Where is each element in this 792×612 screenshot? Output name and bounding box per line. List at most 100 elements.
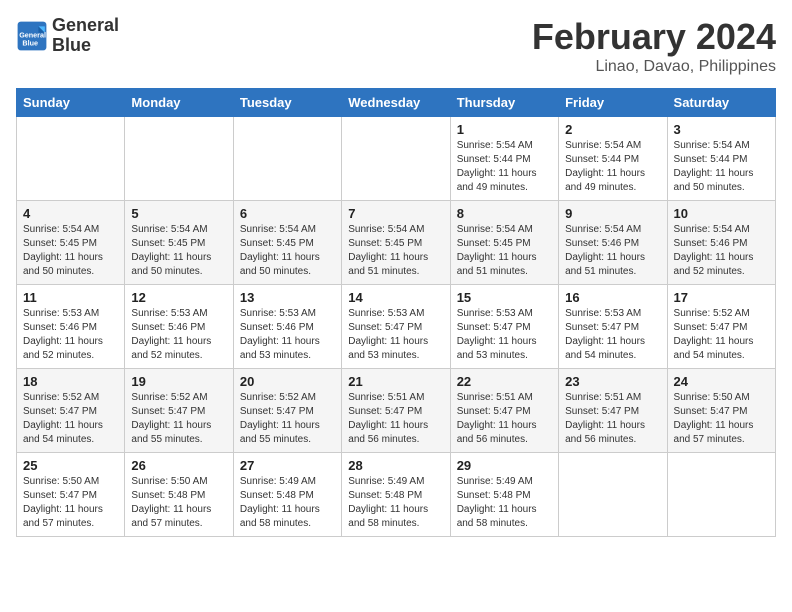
day-detail: Sunrise: 5:54 AMSunset: 5:45 PMDaylight:… xyxy=(131,223,226,279)
day-number: 2 xyxy=(565,122,660,137)
header-friday: Friday xyxy=(559,89,667,117)
calendar-cell xyxy=(342,117,450,201)
day-detail: Sunrise: 5:49 AMSunset: 5:48 PMDaylight:… xyxy=(240,475,335,531)
day-number: 24 xyxy=(674,374,769,389)
calendar-week-5: 25 Sunrise: 5:50 AMSunset: 5:47 PMDayligh… xyxy=(17,453,776,537)
day-detail: Sunrise: 5:54 AMSunset: 5:46 PMDaylight:… xyxy=(565,223,660,279)
day-number: 5 xyxy=(131,206,226,221)
day-number: 29 xyxy=(457,458,552,473)
calendar-cell: 20 Sunrise: 5:52 AMSunset: 5:47 PMDayligh… xyxy=(233,369,341,453)
day-detail: Sunrise: 5:53 AMSunset: 5:47 PMDaylight:… xyxy=(348,307,443,363)
day-detail: Sunrise: 5:52 AMSunset: 5:47 PMDaylight:… xyxy=(23,391,118,447)
day-detail: Sunrise: 5:52 AMSunset: 5:47 PMDaylight:… xyxy=(674,307,769,363)
day-detail: Sunrise: 5:50 AMSunset: 5:48 PMDaylight:… xyxy=(131,475,226,531)
day-number: 12 xyxy=(131,290,226,305)
logo: General Blue General Blue xyxy=(16,16,119,56)
day-detail: Sunrise: 5:54 AMSunset: 5:44 PMDaylight:… xyxy=(457,139,552,195)
calendar-cell: 13 Sunrise: 5:53 AMSunset: 5:46 PMDayligh… xyxy=(233,285,341,369)
calendar-cell xyxy=(17,117,125,201)
day-detail: Sunrise: 5:51 AMSunset: 5:47 PMDaylight:… xyxy=(348,391,443,447)
calendar-cell: 22 Sunrise: 5:51 AMSunset: 5:47 PMDayligh… xyxy=(450,369,558,453)
calendar-cell: 17 Sunrise: 5:52 AMSunset: 5:47 PMDayligh… xyxy=(667,285,775,369)
day-detail: Sunrise: 5:51 AMSunset: 5:47 PMDaylight:… xyxy=(457,391,552,447)
calendar-cell: 8Sunrise: 5:54 AMSunset: 5:45 PMDaylight… xyxy=(450,201,558,285)
day-number: 18 xyxy=(23,374,118,389)
day-detail: Sunrise: 5:52 AMSunset: 5:47 PMDaylight:… xyxy=(131,391,226,447)
day-detail: Sunrise: 5:53 AMSunset: 5:46 PMDaylight:… xyxy=(23,307,118,363)
day-number: 13 xyxy=(240,290,335,305)
day-number: 20 xyxy=(240,374,335,389)
day-number: 10 xyxy=(674,206,769,221)
calendar-cell: 18 Sunrise: 5:52 AMSunset: 5:47 PMDayligh… xyxy=(17,369,125,453)
day-number: 23 xyxy=(565,374,660,389)
day-number: 9 xyxy=(565,206,660,221)
day-number: 3 xyxy=(674,122,769,137)
day-detail: Sunrise: 5:54 AMSunset: 5:45 PMDaylight:… xyxy=(457,223,552,279)
calendar-cell: 11 Sunrise: 5:53 AMSunset: 5:46 PMDayligh… xyxy=(17,285,125,369)
day-detail: Sunrise: 5:53 AMSunset: 5:46 PMDaylight:… xyxy=(240,307,335,363)
day-detail: Sunrise: 5:54 AMSunset: 5:45 PMDaylight:… xyxy=(23,223,118,279)
calendar-cell: 1 Sunrise: 5:54 AMSunset: 5:44 PMDaylight… xyxy=(450,117,558,201)
title-block: February 2024 Linao, Davao, Philippines xyxy=(532,16,776,76)
day-detail: Sunrise: 5:54 AMSunset: 5:46 PMDaylight:… xyxy=(674,223,769,279)
calendar-week-2: 4 Sunrise: 5:54 AMSunset: 5:45 PMDaylight… xyxy=(17,201,776,285)
day-number: 6 xyxy=(240,206,335,221)
calendar-cell: 21Sunrise: 5:51 AMSunset: 5:47 PMDayligh… xyxy=(342,369,450,453)
day-number: 17 xyxy=(674,290,769,305)
header-monday: Monday xyxy=(125,89,233,117)
header-tuesday: Tuesday xyxy=(233,89,341,117)
calendar-cell xyxy=(667,453,775,537)
calendar-cell: 28Sunrise: 5:49 AMSunset: 5:48 PMDayligh… xyxy=(342,453,450,537)
calendar-cell: 14 Sunrise: 5:53 AMSunset: 5:47 PMDayligh… xyxy=(342,285,450,369)
day-number: 11 xyxy=(23,290,118,305)
calendar-cell: 7 Sunrise: 5:54 AMSunset: 5:45 PMDaylight… xyxy=(342,201,450,285)
calendar-week-1: 1 Sunrise: 5:54 AMSunset: 5:44 PMDaylight… xyxy=(17,117,776,201)
main-title: February 2024 xyxy=(532,16,776,58)
calendar-cell: 9 Sunrise: 5:54 AMSunset: 5:46 PMDaylight… xyxy=(559,201,667,285)
calendar-cell: 5 Sunrise: 5:54 AMSunset: 5:45 PMDaylight… xyxy=(125,201,233,285)
header-thursday: Thursday xyxy=(450,89,558,117)
calendar-cell: 15Sunrise: 5:53 AMSunset: 5:47 PMDayligh… xyxy=(450,285,558,369)
day-number: 22 xyxy=(457,374,552,389)
calendar-cell: 25 Sunrise: 5:50 AMSunset: 5:47 PMDayligh… xyxy=(17,453,125,537)
header-sunday: Sunday xyxy=(17,89,125,117)
calendar-cell: 3Sunrise: 5:54 AMSunset: 5:44 PMDaylight… xyxy=(667,117,775,201)
calendar-cell xyxy=(233,117,341,201)
day-number: 14 xyxy=(348,290,443,305)
calendar-week-3: 11 Sunrise: 5:53 AMSunset: 5:46 PMDayligh… xyxy=(17,285,776,369)
header-saturday: Saturday xyxy=(667,89,775,117)
day-detail: Sunrise: 5:54 AMSunset: 5:45 PMDaylight:… xyxy=(348,223,443,279)
day-detail: Sunrise: 5:52 AMSunset: 5:47 PMDaylight:… xyxy=(240,391,335,447)
logo-icon: General Blue xyxy=(16,20,48,52)
day-detail: Sunrise: 5:53 AMSunset: 5:47 PMDaylight:… xyxy=(565,307,660,363)
calendar-header-row: SundayMondayTuesdayWednesdayThursdayFrid… xyxy=(17,89,776,117)
day-detail: Sunrise: 5:53 AMSunset: 5:47 PMDaylight:… xyxy=(457,307,552,363)
calendar-cell: 12 Sunrise: 5:53 AMSunset: 5:46 PMDayligh… xyxy=(125,285,233,369)
day-number: 27 xyxy=(240,458,335,473)
logo-text: General Blue xyxy=(52,16,119,56)
calendar-cell xyxy=(559,453,667,537)
calendar-cell: 29 Sunrise: 5:49 AMSunset: 5:48 PMDayligh… xyxy=(450,453,558,537)
day-number: 19 xyxy=(131,374,226,389)
header-wednesday: Wednesday xyxy=(342,89,450,117)
day-detail: Sunrise: 5:54 AMSunset: 5:45 PMDaylight:… xyxy=(240,223,335,279)
day-detail: Sunrise: 5:50 AMSunset: 5:47 PMDaylight:… xyxy=(23,475,118,531)
day-number: 4 xyxy=(23,206,118,221)
calendar-cell: 26Sunrise: 5:50 AMSunset: 5:48 PMDayligh… xyxy=(125,453,233,537)
day-detail: Sunrise: 5:49 AMSunset: 5:48 PMDaylight:… xyxy=(457,475,552,531)
calendar-cell: 23Sunrise: 5:51 AMSunset: 5:47 PMDayligh… xyxy=(559,369,667,453)
day-number: 28 xyxy=(348,458,443,473)
subtitle: Linao, Davao, Philippines xyxy=(532,58,776,76)
calendar-cell: 4 Sunrise: 5:54 AMSunset: 5:45 PMDaylight… xyxy=(17,201,125,285)
calendar-cell: 27 Sunrise: 5:49 AMSunset: 5:48 PMDayligh… xyxy=(233,453,341,537)
calendar-week-4: 18 Sunrise: 5:52 AMSunset: 5:47 PMDayligh… xyxy=(17,369,776,453)
day-number: 1 xyxy=(457,122,552,137)
calendar-cell: 19 Sunrise: 5:52 AMSunset: 5:47 PMDayligh… xyxy=(125,369,233,453)
calendar-cell: 2Sunrise: 5:54 AMSunset: 5:44 PMDaylight… xyxy=(559,117,667,201)
day-number: 7 xyxy=(348,206,443,221)
calendar-cell: 10 Sunrise: 5:54 AMSunset: 5:46 PMDayligh… xyxy=(667,201,775,285)
calendar-cell: 6 Sunrise: 5:54 AMSunset: 5:45 PMDaylight… xyxy=(233,201,341,285)
calendar-cell xyxy=(125,117,233,201)
day-detail: Sunrise: 5:53 AMSunset: 5:46 PMDaylight:… xyxy=(131,307,226,363)
day-number: 25 xyxy=(23,458,118,473)
